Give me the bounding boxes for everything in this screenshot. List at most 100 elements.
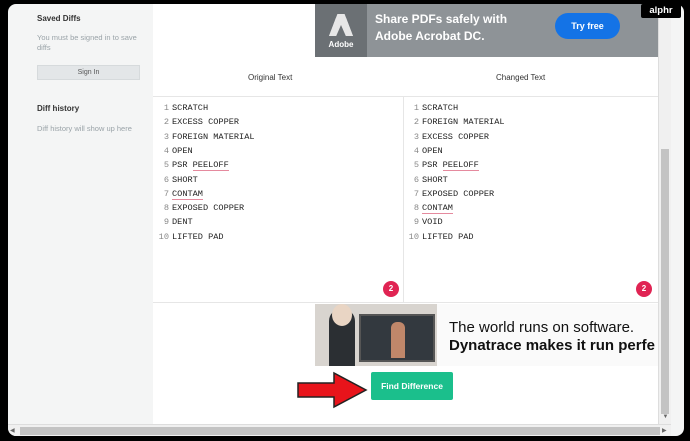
text-line: 2 EXCESS COPPER [151,117,239,131]
scroll-left-icon[interactable]: ◀ [10,427,15,434]
horizontal-scrollbar[interactable]: ◀ ▶ [8,424,671,436]
line-number: 2 [163,117,169,128]
find-difference-button[interactable]: Find Difference [371,372,453,400]
line-number: 6 [163,174,169,185]
scroll-right-icon[interactable]: ▶ [662,427,667,434]
line-number: 9 [413,217,419,228]
line-text: EXPOSED COPPER [172,203,245,214]
saved-diffs-title: Saved Diffs [37,14,81,23]
alphr-watermark: alphr [641,4,681,18]
original-error-badge: 2 [383,281,399,297]
line-text: DENT [172,217,193,228]
text-line: 10 LIFTED PAD [401,232,474,246]
text-line: 7 CONTAM [151,188,203,203]
adobe-logo: Adobe [315,4,367,57]
ad-screen-figure [391,322,405,358]
adobe-logo-icon [329,14,353,36]
ad-photo [315,304,437,366]
red-arrow-icon [297,371,368,409]
app-window: Saved Diffs You must be signed in to sav… [8,4,684,436]
line-number: 3 [413,131,419,142]
original-text-editor[interactable]: 2 1 SCRATCH 2 EXCESS COPPER 3 FOREIGN MATERIA… [153,96,404,303]
text-line: 8 CONTAM [401,203,453,217]
text-line: 5 PSR PEELOFF [151,160,229,174]
line-number: 8 [413,203,419,214]
diff-history-note: Diff history will show up here [37,124,132,133]
line-number: 9 [163,217,169,228]
text-line: 9 VOID [401,217,443,231]
text-line: 6 SHORT [401,175,448,189]
line-number: 4 [413,145,419,156]
scroll-down-icon[interactable]: ▼ [661,414,670,420]
line-text: LIFTED PAD [172,231,224,242]
line-number: 5 [163,160,169,171]
line-text: EXCESS COPPER [422,131,490,142]
sidebar: Saved Diffs You must be signed in to sav… [25,4,153,424]
adobe-ad-banner[interactable]: Adobe Share PDFs safely with Adobe Acrob… [315,4,668,57]
horizontal-scroll-thumb[interactable] [20,427,660,435]
dynatrace-ad-line2: Dynatrace makes it run perfe [449,337,655,354]
changed-text-header: Changed Text [496,73,546,82]
spelling-error-word: PEELOFF [192,160,229,172]
line-text: OPEN [172,145,193,156]
line-text: SCRATCH [422,103,459,113]
line-number: 4 [163,145,169,156]
line-number: 10 [408,231,419,242]
saved-diffs-note: You must be signed in to save diffs [37,33,137,52]
line-number: 3 [163,131,169,142]
dynatrace-ad-line1: The world runs on software. [449,319,635,336]
text-line: 4 OPEN [401,146,443,160]
line-number: 10 [158,231,169,242]
text-line: 9 DENT [151,217,193,231]
line-text: OPEN [422,145,443,156]
line-text: LIFTED PAD [422,231,474,242]
changed-text-editor[interactable]: 2 1 SCRATCH 2 FOREIGN MATERIAL 3 EXCESS COPPE… [404,96,658,303]
text-line: 1 SCRATCH [151,103,208,117]
ad-person-head [332,304,352,326]
line-text: FOREIGN MATERIAL [172,131,255,142]
sign-in-button[interactable]: Sign In [37,65,140,80]
adobe-ad-headline: Share PDFs safely with Adobe Acrobat DC. [375,11,507,45]
text-line: 6 SHORT [151,175,198,189]
line-text: FOREIGN MATERIAL [422,117,505,128]
vertical-scroll-thumb[interactable] [661,149,669,414]
adobe-brand: Adobe [328,40,354,49]
line-text: SHORT [422,174,448,185]
line-text: SCRATCH [172,103,209,113]
text-line: 2 FOREIGN MATERIAL [401,117,505,131]
text-line: 3 EXCESS COPPER [401,132,489,146]
line-number: 2 [413,117,419,128]
line-text: VOID [422,217,443,228]
line-text: PSR [172,160,193,171]
text-line: 4 OPEN [151,146,193,160]
line-number: 5 [413,160,419,171]
text-line: 10 LIFTED PAD [151,232,224,246]
diff-history-title: Diff history [37,104,80,113]
changed-error-badge: 2 [636,281,652,297]
line-text: PSR [422,160,443,171]
vertical-scrollbar[interactable]: ▲ ▼ [658,4,671,424]
line-text: EXCESS COPPER [172,117,240,128]
spelling-error-word: CONTAM [172,188,203,200]
spelling-error-word: PEELOFF [442,160,479,172]
text-line: 1 SCRATCH [401,103,458,117]
spelling-error-word: CONTAM [422,203,453,215]
line-number: 7 [163,188,169,199]
line-number: 1 [413,103,419,113]
line-text: SHORT [172,174,198,185]
text-line: 7 EXPOSED COPPER [401,189,494,203]
adobe-ad-headline-line1: Share PDFs safely with [375,12,508,26]
dynatrace-ad-banner[interactable]: The world runs on software. Dynatrace ma… [315,304,658,366]
adobe-ad-headline-line2: Adobe Acrobat DC. [375,29,485,43]
line-text: EXPOSED COPPER [422,188,495,199]
original-text-header: Original Text [248,73,293,82]
ad-video-screen [359,314,435,362]
text-line: 3 FOREIGN MATERIAL [151,132,255,146]
try-free-button[interactable]: Try free [555,13,620,39]
line-number: 1 [163,103,169,113]
line-number: 6 [413,174,419,185]
text-line: 8 EXPOSED COPPER [151,203,244,217]
main-content: Adobe Share PDFs safely with Adobe Acrob… [153,4,668,424]
line-number: 7 [413,188,419,199]
text-line: 5 PSR PEELOFF [401,160,479,174]
